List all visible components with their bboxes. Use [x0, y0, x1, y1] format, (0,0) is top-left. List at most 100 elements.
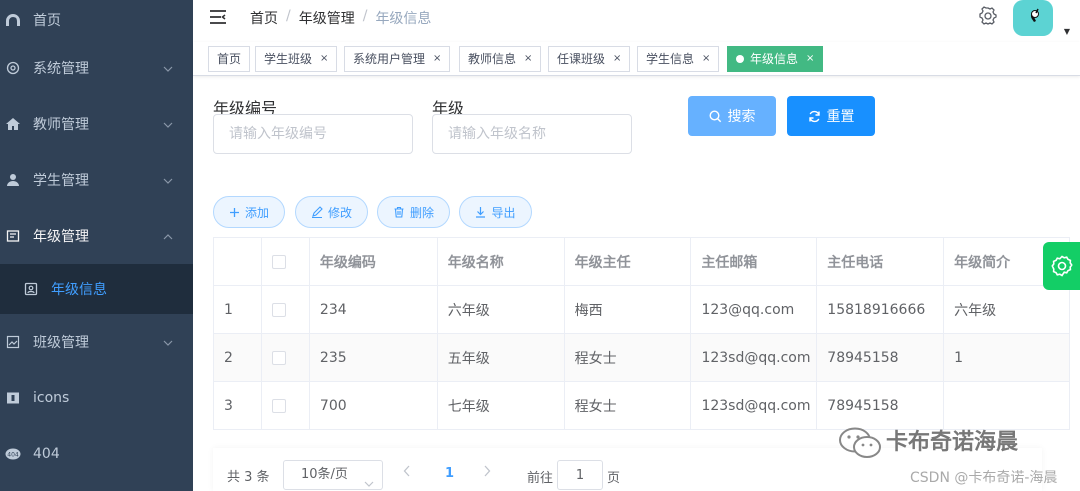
- row-checkbox[interactable]: [271, 398, 286, 413]
- table-row[interactable]: 2 235 五年级 程女士 123sd@qq.com 78945158 1: [214, 334, 1070, 382]
- row-select-cell: [261, 286, 310, 334]
- row-index: 1: [214, 286, 262, 334]
- grade-name-input[interactable]: [432, 114, 632, 154]
- grade-name-cell: 六年级: [437, 286, 565, 334]
- settings-gear-icon[interactable]: [978, 6, 998, 26]
- sidebar-item-label: icons: [33, 390, 70, 406]
- grade-submenu: 年级信息: [0, 264, 193, 314]
- chevron-right-icon: [484, 465, 491, 477]
- breadcrumb: 首页 / 年级管理 / 年级信息: [250, 8, 431, 28]
- close-icon[interactable]: ×: [433, 47, 441, 71]
- next-page-button[interactable]: [483, 465, 491, 481]
- sidebar-item-home[interactable]: 首页: [0, 0, 193, 40]
- breadcrumb-home[interactable]: 首页: [250, 8, 278, 28]
- email-cell: 123sd@qq.com: [691, 382, 818, 430]
- plus-icon: [229, 207, 239, 217]
- caret-down-icon[interactable]: ▼: [1064, 27, 1070, 36]
- hamburger-icon[interactable]: [208, 7, 228, 27]
- delete-button[interactable]: 删除: [377, 196, 450, 228]
- breadcrumb-current: 年级信息: [375, 11, 432, 27]
- refresh-icon: [808, 110, 820, 122]
- grade-code-cell: 235: [309, 334, 438, 382]
- sidebar-item-grade[interactable]: 年级管理: [0, 208, 193, 264]
- close-icon[interactable]: ×: [702, 47, 710, 71]
- intro-cell: [944, 382, 1070, 430]
- id-card-icon: [22, 280, 40, 298]
- tag-label: 系统用户管理: [353, 52, 426, 66]
- sidebar-item-teacher[interactable]: 教师管理: [0, 96, 193, 152]
- page-size-select[interactable]: 10条/页: [283, 460, 383, 490]
- tag-teaching-class[interactable]: 任课班级 ×: [548, 46, 631, 72]
- tag-student-class[interactable]: 学生班级 ×: [255, 46, 338, 72]
- tag-label: 任课班级: [557, 52, 606, 66]
- email-cell: 123sd@qq.com: [691, 334, 818, 382]
- sidebar-item-system[interactable]: 系统管理: [0, 40, 193, 96]
- tag-label: 年级信息: [750, 52, 799, 66]
- watermark-name: 卡布奇诺海晨: [886, 430, 1019, 455]
- column-header[interactable]: 年级编码: [309, 238, 438, 286]
- prev-page-button[interactable]: [403, 465, 411, 481]
- column-header[interactable]: 年级名称: [437, 238, 565, 286]
- watermark-csdn: CSDN @卡布奇诺-海晨: [910, 470, 1058, 486]
- close-icon[interactable]: ×: [806, 47, 814, 71]
- table-row[interactable]: 3 700 七年级 程女士 123sd@qq.com 78945158: [214, 382, 1070, 430]
- intro-cell: 六年级: [944, 286, 1070, 334]
- wechat-icon: [838, 426, 882, 464]
- download-icon: [476, 207, 486, 218]
- sidebar-item-label: 404: [33, 446, 60, 462]
- column-header[interactable]: 年级主任: [564, 238, 692, 286]
- tag-label: 教师信息: [468, 52, 517, 66]
- active-dot-icon: [736, 55, 744, 63]
- row-checkbox[interactable]: [271, 302, 286, 317]
- select-all-checkbox[interactable]: [271, 254, 286, 269]
- image-icon: [4, 333, 22, 351]
- user-icon: [4, 171, 22, 189]
- tag-label: 学生班级: [264, 52, 313, 66]
- column-header[interactable]: 主任邮箱: [691, 238, 818, 286]
- page-jump-input[interactable]: [557, 460, 603, 490]
- edit-button[interactable]: 修改: [295, 196, 368, 228]
- grade-code-cell: 700: [309, 382, 438, 430]
- export-button[interactable]: 导出: [459, 196, 532, 228]
- tag-grade-info[interactable]: 年级信息 ×: [727, 46, 824, 72]
- gear-icon: [4, 59, 22, 77]
- table-row[interactable]: 1 234 六年级 梅西 123@qq.com 15818916666 六年级: [214, 286, 1070, 334]
- grade-name-cell: 五年级: [437, 334, 565, 382]
- tag-student-info[interactable]: 学生信息 ×: [637, 46, 720, 72]
- sidebar-item-label: 年级信息: [51, 282, 107, 298]
- tag-system-user[interactable]: 系统用户管理 ×: [344, 46, 451, 72]
- row-checkbox[interactable]: [271, 350, 286, 365]
- 404-icon: 404: [4, 445, 22, 463]
- close-icon[interactable]: ×: [524, 47, 532, 71]
- tag-teacher-info[interactable]: 教师信息 ×: [459, 46, 542, 72]
- sidebar-item-label: 系统管理: [33, 61, 89, 77]
- avatar[interactable]: [1013, 0, 1053, 36]
- export-button-label: 导出: [491, 205, 516, 220]
- page-number[interactable]: 1: [445, 466, 454, 481]
- sidebar-item-404[interactable]: 404 404: [0, 426, 193, 482]
- close-icon[interactable]: ×: [613, 47, 621, 71]
- breadcrumb-grade[interactable]: 年级管理: [299, 8, 355, 28]
- chevron-left-icon: [403, 465, 410, 477]
- floating-settings-button[interactable]: [1043, 242, 1080, 290]
- grade-code-input[interactable]: [213, 114, 413, 154]
- reset-button[interactable]: 重置: [787, 96, 875, 136]
- page-unit-label: 页: [607, 471, 621, 486]
- tag-home[interactable]: 首页: [208, 46, 251, 72]
- navbar: 首页 / 年级管理 / 年级信息 ▼: [193, 0, 1080, 36]
- add-button[interactable]: 添加: [213, 196, 285, 228]
- sidebar-item-grade-info[interactable]: 年级信息: [0, 264, 193, 314]
- column-header[interactable]: 主任电话: [817, 238, 945, 286]
- sidebar: 首页 系统管理 教师管理 学生管理 年级管理 年级信息 班级管理 icons 4…: [0, 0, 193, 491]
- sidebar-item-label: 教师管理: [33, 117, 89, 133]
- table-header-row: 年级编码 年级名称 年级主任 主任邮箱 主任电话 年级简介: [214, 238, 1070, 286]
- sidebar-item-student[interactable]: 学生管理: [0, 152, 193, 208]
- search-button[interactable]: 搜索: [688, 96, 776, 136]
- sidebar-item-icons[interactable]: icons: [0, 370, 193, 426]
- close-icon[interactable]: ×: [320, 47, 328, 71]
- sidebar-item-label: 年级管理: [33, 229, 89, 245]
- breadcrumb-separator: /: [286, 8, 291, 24]
- sidebar-item-label: 学生管理: [33, 173, 89, 189]
- chevron-down-icon: [364, 470, 374, 491]
- sidebar-item-class[interactable]: 班级管理: [0, 314, 193, 370]
